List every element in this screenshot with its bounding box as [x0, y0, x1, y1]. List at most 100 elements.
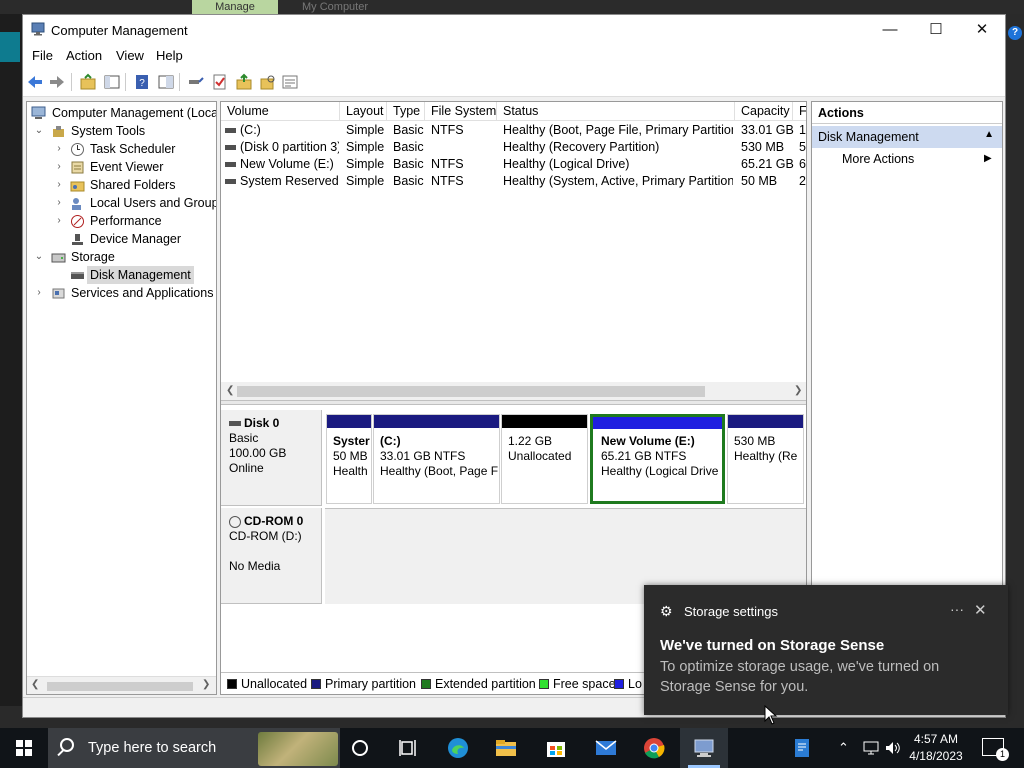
svg-text:?: ?	[139, 78, 145, 89]
background-tab-manage[interactable]: Manage	[192, 0, 278, 14]
partition-bar	[728, 415, 803, 428]
action-center-button[interactable]: 1	[982, 738, 1009, 761]
show-hidden-icons-chevron-icon[interactable]: ⌃	[838, 740, 849, 756]
disk-state: Online	[229, 461, 264, 475]
task-view-icon	[399, 740, 416, 756]
task-view-button[interactable]	[384, 728, 432, 768]
actions-section-disk-management[interactable]: Disk Management ▲	[812, 126, 1002, 148]
column-header-capacity[interactable]: Capacity	[735, 102, 793, 121]
background-tab-my-computer[interactable]: My Computer	[290, 0, 380, 14]
legend-label: Free space	[553, 677, 616, 691]
tree-horizontal-scrollbar[interactable]: ❮ ❯	[27, 676, 216, 694]
menu-file[interactable]: File	[32, 48, 53, 63]
more-options-icon[interactable]: ···	[950, 601, 964, 617]
partition-system-reserved[interactable]: Syster 50 MB Health	[326, 414, 372, 504]
connect-icon[interactable]	[187, 73, 205, 91]
start-button[interactable]	[0, 728, 48, 768]
cdrom-0-label[interactable]: CD-ROM 0 CD-ROM (D:) No Media	[221, 508, 322, 604]
up-folder-icon[interactable]	[79, 73, 97, 91]
expand-chevron-icon[interactable]: ›	[33, 284, 45, 302]
expand-chevron-icon[interactable]: ›	[53, 176, 65, 194]
storage-sense-notification[interactable]: ⚙ Storage settings ··· ✕ We've turned on…	[644, 585, 1008, 715]
expand-chevron-icon[interactable]: ›	[53, 212, 65, 230]
taskbar-search-box[interactable]: Type here to search	[48, 728, 340, 768]
column-header-volume[interactable]: Volume	[221, 102, 340, 121]
scroll-right-icon[interactable]: ❯	[202, 679, 210, 690]
back-arrow-icon[interactable]	[26, 73, 44, 91]
legend-swatch	[311, 679, 321, 689]
volume-speaker-icon[interactable]	[884, 740, 902, 756]
legend-item: Free space	[539, 677, 616, 691]
partition-c[interactable]: (C:) 33.01 GB NTFS Healthy (Boot, Page F	[373, 414, 500, 504]
maximize-button[interactable]: ☐	[913, 15, 959, 45]
table-row[interactable]: New Volume (E:) Simple Basic NTFS Health…	[221, 156, 806, 173]
taskbar-app-document[interactable]	[778, 728, 826, 768]
legend-label: Primary partition	[325, 677, 416, 691]
drive-icon	[225, 162, 236, 168]
store-icon	[547, 742, 565, 757]
scroll-thumb[interactable]	[237, 386, 705, 397]
help-icon[interactable]: ?	[1008, 26, 1022, 40]
properties-list-icon[interactable]	[281, 73, 299, 91]
folder-up-icon[interactable]	[235, 73, 253, 91]
column-header-status[interactable]: Status	[497, 102, 735, 121]
taskbar-app-store[interactable]	[532, 728, 580, 768]
scroll-left-icon[interactable]: ❮	[226, 385, 234, 396]
expand-chevron-icon[interactable]: ›	[53, 158, 65, 176]
submenu-arrow-icon[interactable]: ▶	[984, 153, 992, 164]
partition-new-volume-e[interactable]: New Volume (E:) 65.21 GB NTFS Healthy (Log…	[590, 414, 725, 504]
volume-type: Basic	[393, 140, 424, 154]
system-clock[interactable]: 4:57 AM 4/18/2023	[906, 731, 966, 765]
menu-action[interactable]: Action	[66, 48, 102, 63]
table-row[interactable]: System Reserved Simple Basic NTFS Health…	[221, 173, 806, 190]
check-icon[interactable]	[211, 73, 229, 91]
expand-chevron-icon[interactable]: ›	[53, 140, 65, 158]
scroll-thumb[interactable]	[47, 682, 193, 691]
scroll-right-icon[interactable]: ❯	[794, 385, 802, 396]
column-header-layout[interactable]: Layout	[340, 102, 387, 121]
minimize-button[interactable]: —	[867, 15, 913, 45]
windows-logo-icon	[16, 740, 32, 756]
volume-status: Healthy (Logical Drive)	[503, 157, 630, 171]
partition-size: 530 MB	[734, 434, 776, 448]
edge-browser-icon	[448, 738, 468, 758]
pane-splitter[interactable]	[221, 400, 806, 405]
more-actions-item[interactable]: More Actions	[842, 152, 914, 166]
network-icon[interactable]	[862, 740, 880, 756]
partition-recovery[interactable]: 530 MB Healthy (Re	[727, 414, 804, 504]
partition-unallocated[interactable]: 1.22 GB Unallocated	[501, 414, 588, 504]
users-icon	[72, 198, 81, 210]
disk-0-label[interactable]: Disk 0 Basic 100.00 GB Online	[221, 410, 322, 506]
notification-title: We've turned on Storage Sense	[660, 637, 885, 654]
forward-arrow-icon[interactable]	[48, 73, 66, 91]
taskbar-app-computer-management[interactable]	[680, 728, 728, 768]
table-row[interactable]: (C:) Simple Basic NTFS Healthy (Boot, Pa…	[221, 122, 806, 139]
taskbar-app-chrome[interactable]	[630, 728, 678, 768]
computer-management-icon	[694, 739, 714, 757]
close-icon[interactable]: ✕	[974, 601, 987, 619]
scroll-left-icon[interactable]: ❮	[31, 679, 39, 690]
console-tree-icon[interactable]	[157, 73, 175, 91]
cortana-button[interactable]	[336, 728, 384, 768]
column-header-type[interactable]: Type	[387, 102, 425, 121]
help-book-icon[interactable]: ?	[133, 73, 151, 91]
menu-help[interactable]: Help	[156, 48, 183, 63]
column-header-file-system[interactable]: File System	[425, 102, 497, 121]
collapse-triangle-icon[interactable]: ▲	[984, 129, 994, 140]
column-header-free[interactable]: F	[793, 102, 806, 121]
search-folder-icon[interactable]	[259, 73, 277, 91]
collapse-chevron-icon[interactable]: ⌄	[33, 122, 45, 140]
taskbar-app-edge[interactable]	[434, 728, 482, 768]
close-button[interactable]: ✕	[959, 15, 1005, 45]
volume-list-horizontal-scrollbar[interactable]: ❮ ❯	[221, 382, 806, 400]
taskbar-app-mail[interactable]	[582, 728, 630, 768]
file-explorer-icon	[496, 740, 516, 756]
table-row[interactable]: (Disk 0 partition 3) Simple Basic Health…	[221, 139, 806, 156]
taskbar-app-file-explorer[interactable]	[482, 728, 530, 768]
menu-view[interactable]: View	[116, 48, 144, 63]
volume-layout: Simple	[346, 174, 385, 188]
show-hide-tree-icon[interactable]	[103, 73, 121, 91]
collapse-chevron-icon[interactable]: ⌄	[33, 248, 45, 266]
expand-chevron-icon[interactable]: ›	[53, 194, 65, 212]
volume-status: Healthy (System, Active, Primary Partiti…	[503, 174, 733, 188]
